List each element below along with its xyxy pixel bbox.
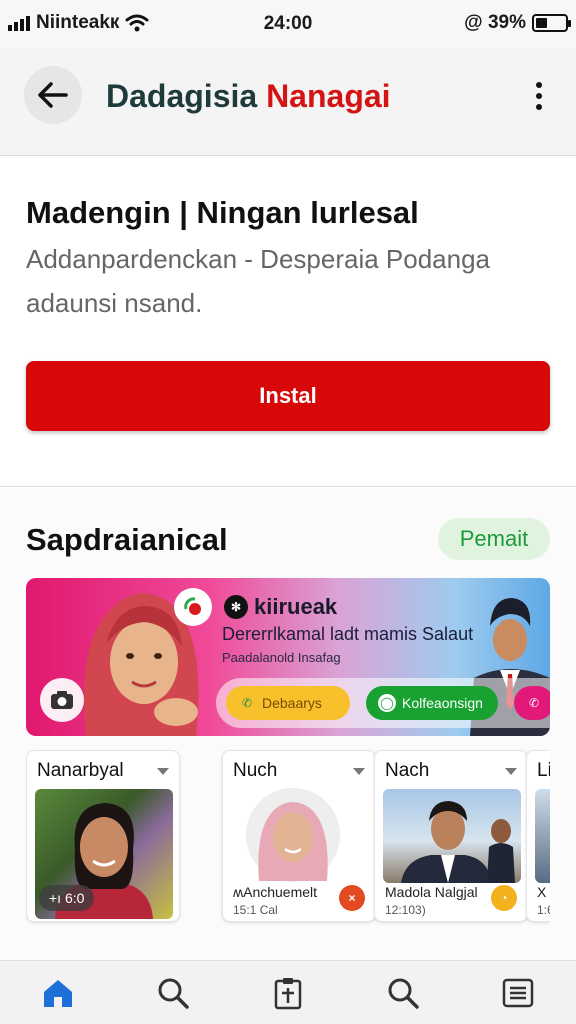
app-title-part1: Dadagisia <box>106 78 258 114</box>
card-photo <box>383 789 521 883</box>
app-hero: Madengin | Ningan lurlesal Addanpardenck… <box>0 157 576 487</box>
pill-call-label: Debaarys <box>262 695 322 711</box>
status-right: @ 39% <box>464 12 571 34</box>
photo-chip: +ı 6:0 <box>39 885 95 911</box>
avatar <box>246 788 340 882</box>
list-icon <box>503 978 534 1007</box>
card-item[interactable]: Li X 1:6 <box>526 750 550 922</box>
pill-call[interactable]: ✆ Debaarys <box>226 686 350 720</box>
banner-subline: Paadalanold Insafag <box>222 650 341 665</box>
battery-fill <box>536 18 547 28</box>
chevron-down-icon[interactable] <box>157 767 169 775</box>
phone-off-icon: ✆ <box>528 696 540 710</box>
camera-glyph <box>51 691 73 709</box>
search-icon <box>158 978 189 1009</box>
logo-glyph <box>184 597 201 615</box>
more-vertical-icon <box>536 82 542 88</box>
chevron-down-icon[interactable] <box>353 767 365 775</box>
card-meta-sub: 15:1 Cal <box>233 903 278 917</box>
clipboard-icon <box>274 977 302 1009</box>
brand-mark-icon: ✻ <box>224 595 248 619</box>
circle-icon: ◯ <box>378 694 396 712</box>
install-button[interactable]: Instal <box>26 361 550 431</box>
battery-text: @ 39% <box>464 12 526 33</box>
featured-section: Sapdraianical Pemait ✻ kiirueak Dererrlk… <box>0 488 576 960</box>
card-meta-title: X <box>537 884 547 900</box>
card-header: Nuch <box>233 759 365 783</box>
chevron-down-icon[interactable] <box>505 767 517 775</box>
card-title: Nuch <box>233 760 278 781</box>
battery-icon <box>532 14 571 32</box>
pill-connect[interactable]: ◯ Kolfeaonsign <box>366 686 498 720</box>
banner-logo-icon <box>174 588 212 626</box>
card-meta-title: Madola Nalgjal <box>385 884 478 900</box>
card-meta: X 1:6 <box>537 883 550 919</box>
banner-brand-name: kiirueak <box>254 594 338 619</box>
card-carousel[interactable]: Nanarbyal +ı 6:0 Nuch ʍAnchuemelt 15:1 C… <box>26 750 550 926</box>
close-icon[interactable]: × <box>339 885 365 911</box>
card-meta: ʍAnchuemelt 15:1 Cal <box>233 883 317 919</box>
app-title-part2: Nanagai <box>266 78 391 114</box>
card-item[interactable]: Nuch ʍAnchuemelt 15:1 Cal × <box>222 750 376 922</box>
pill-phone-off[interactable]: ✆ <box>514 686 550 720</box>
nav-search-2[interactable] <box>375 965 431 1021</box>
card-title: Li <box>537 760 550 781</box>
card-header: Nanarbyal <box>37 759 169 783</box>
card-title: Nach <box>385 760 430 781</box>
card-meta-sub: 12:103) <box>385 903 426 917</box>
card-title: Nanarbyal <box>37 760 124 781</box>
app-name: Madengin | Ningan lurlesal <box>26 195 419 230</box>
card-item[interactable]: Nanarbyal +ı 6:0 <box>26 750 180 922</box>
more-options-button[interactable] <box>524 76 554 116</box>
promo-banner[interactable]: ✻ kiirueak Dererrlkamal ladt mamis Salau… <box>26 578 550 736</box>
nav-list[interactable] <box>490 965 546 1021</box>
banner-headline: Dererrlkamal ladt mamis Salaut <box>222 624 474 644</box>
card-meta-title: ʍAnchuemelt <box>233 884 318 900</box>
section-badge[interactable]: Pemait <box>438 518 550 560</box>
person-photo <box>401 801 515 883</box>
card-header: Li <box>537 759 550 783</box>
more-dot <box>536 104 542 110</box>
card-header: Nach <box>385 759 517 783</box>
arrow-left-icon <box>38 82 68 108</box>
card-item[interactable]: Nach Madola Nalgjal 12:103) ◔ <box>374 750 528 922</box>
nav-clipboard[interactable] <box>260 965 316 1021</box>
banner-pill-bar: ✆ Debaarys ◯ Kolfeaonsign ✆ <box>216 678 550 728</box>
phone-icon: ✆ <box>241 696 253 710</box>
clock-icon[interactable]: ◔ <box>491 885 517 911</box>
bottom-nav <box>0 960 576 1024</box>
camera-icon[interactable] <box>40 678 84 722</box>
card-photo <box>535 789 550 883</box>
more-dot <box>536 93 542 99</box>
app-bar: Dadagisia Nanagai <box>0 48 576 156</box>
section-title: Sapdraianical <box>26 522 228 557</box>
home-icon <box>43 979 72 1007</box>
card-meta: Madola Nalgjal 12:103) <box>385 883 478 919</box>
nav-home[interactable] <box>30 965 86 1021</box>
back-button[interactable] <box>24 66 82 124</box>
pill-connect-label: Kolfeaonsign <box>402 695 483 711</box>
app-description: Addanpardenckan - Desperaia Podanga adau… <box>26 244 491 318</box>
card-photo: +ı 6:0 <box>35 789 173 919</box>
banner-brand: ✻ kiirueak <box>224 594 337 620</box>
nav-search[interactable] <box>145 965 201 1021</box>
card-meta-sub: 1:6 <box>537 903 550 917</box>
status-bar: Niinteakк 24:00 @ 39% <box>0 0 576 48</box>
search-icon <box>388 978 419 1009</box>
app-title: Dadagisia Nanagai <box>106 78 391 115</box>
